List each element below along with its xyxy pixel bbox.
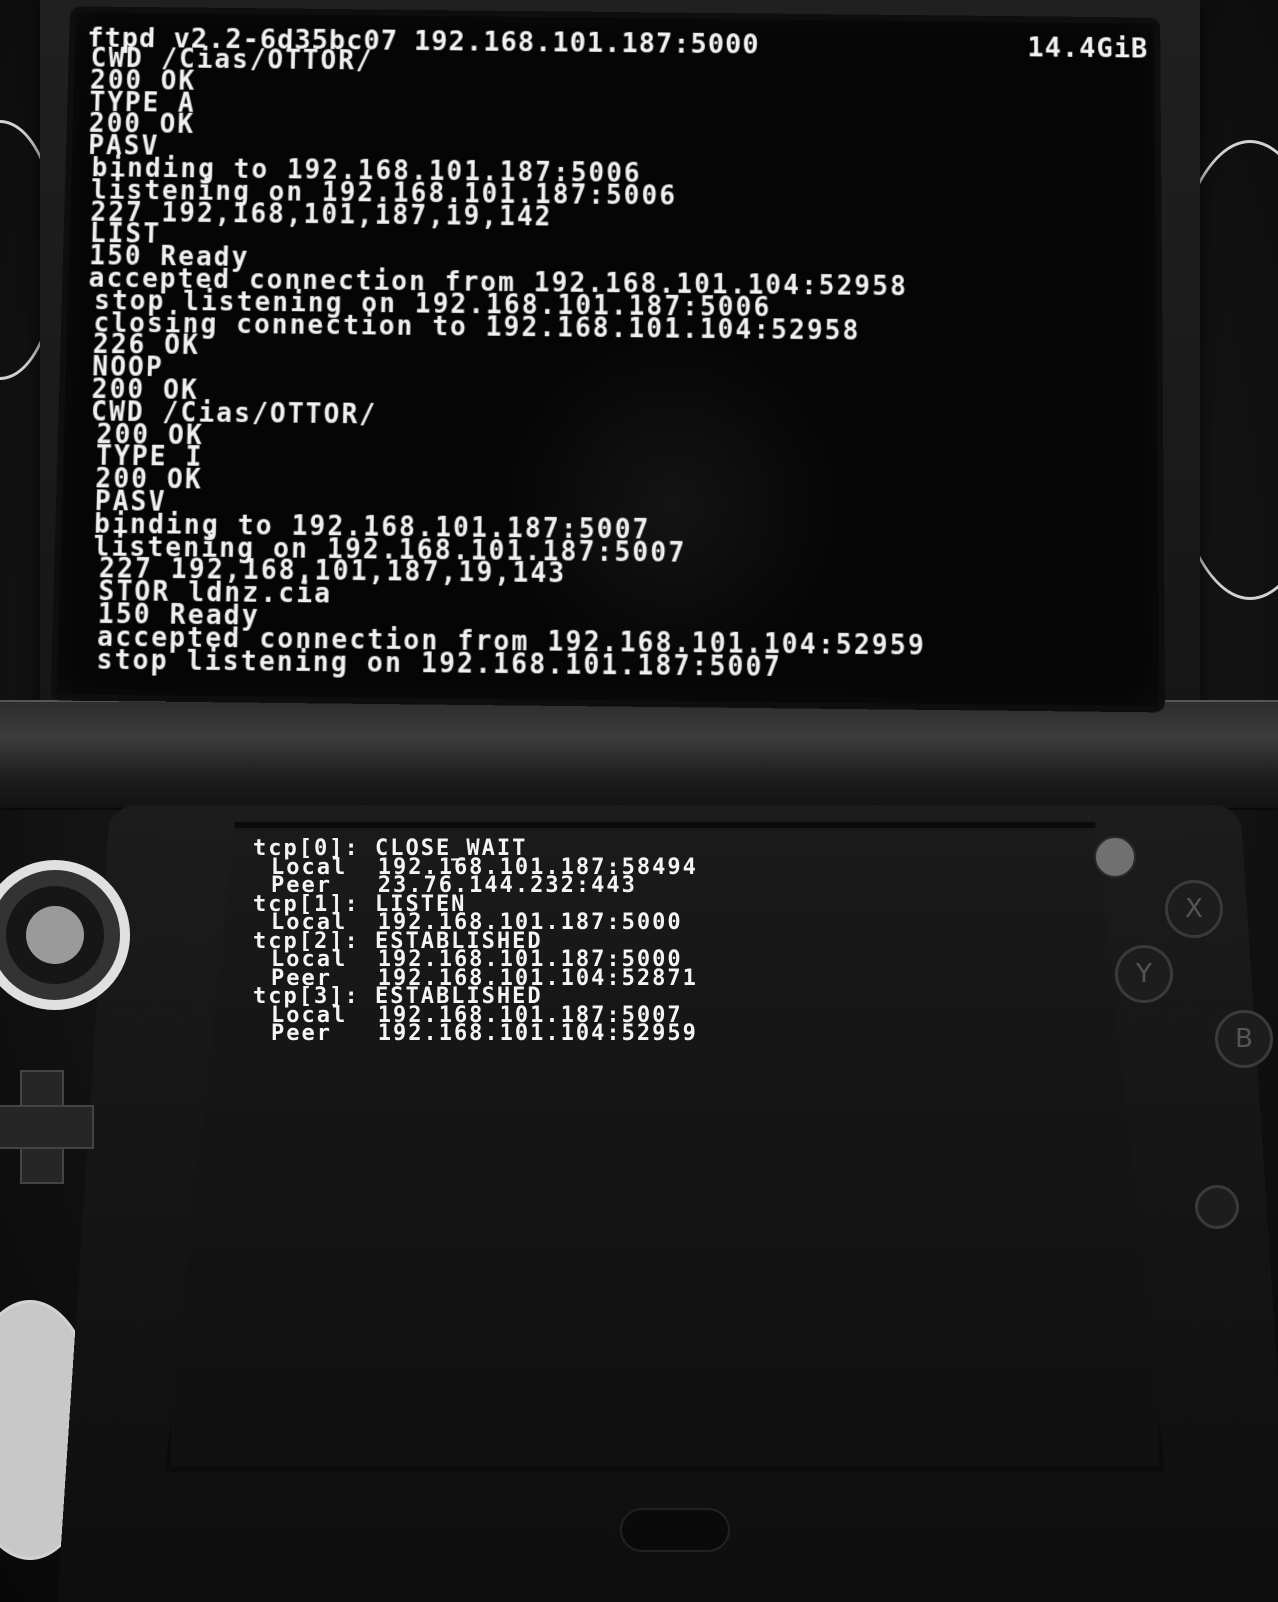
top-screen: ftpd v2.2-6d35bc07 192.168.101.187:5000 …: [50, 6, 1166, 713]
socket-list: tcp[0]: CLOSE_WAIT Local 192.168.101.187…: [253, 838, 953, 1046]
hinge: [0, 700, 1278, 810]
bottom-screen[interactable]: tcp[0]: CLOSE_WAIT Local 192.168.101.187…: [165, 822, 1165, 1472]
b-button[interactable]: B: [1215, 1010, 1273, 1068]
select-button[interactable]: [1195, 1185, 1239, 1229]
c-stick[interactable]: [1094, 836, 1136, 878]
y-button[interactable]: Y: [1115, 945, 1173, 1003]
console-photo: ftpd v2.2-6d35bc07 192.168.101.187:5000 …: [0, 0, 1278, 1602]
ftp-log: CWD /Cias/OTTOR/ 200 OK TYPE A 200 OK PA…: [74, 43, 1157, 684]
x-button[interactable]: X: [1165, 880, 1223, 938]
home-button[interactable]: [620, 1508, 730, 1552]
dpad[interactable]: [0, 1070, 94, 1184]
socket-peer: Peer 192.168.101.104:52959: [271, 1021, 698, 1046]
